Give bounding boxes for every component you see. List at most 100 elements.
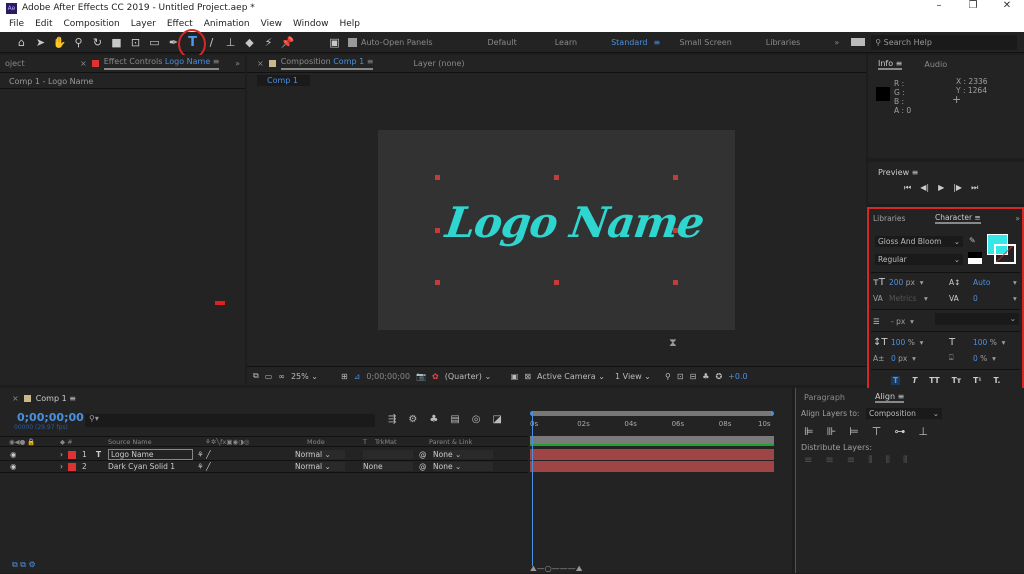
expand-icon[interactable]: › xyxy=(60,462,68,471)
rectangle-tool-icon[interactable]: ▭ xyxy=(145,36,164,49)
black-white-swatch[interactable] xyxy=(968,252,982,264)
font-size-value[interactable]: 200 xyxy=(889,278,903,287)
parent-dropdown[interactable]: None ⌄ xyxy=(433,450,493,459)
faux-bold-button[interactable]: T xyxy=(891,375,901,385)
3d-draft-icon[interactable]: ⊡ xyxy=(677,372,684,381)
restore-button[interactable]: ❐ xyxy=(956,0,990,11)
kerning-value[interactable]: Metrics xyxy=(889,294,924,303)
layer-search-input[interactable]: ⚲▾ xyxy=(85,414,375,427)
eraser-tool-icon[interactable]: ◆ xyxy=(240,36,259,49)
auto-open-checkbox[interactable] xyxy=(348,37,357,47)
exposure-icon[interactable]: ✪ xyxy=(715,372,722,381)
tab-character[interactable]: Character ≡ xyxy=(935,213,981,224)
motion-blur-icon[interactable]: ⊟ xyxy=(690,372,697,381)
motion-blur-icon[interactable]: ◎ xyxy=(472,414,481,425)
current-time-indicator[interactable] xyxy=(532,416,533,566)
pickwhip-icon[interactable]: @ xyxy=(419,462,433,471)
comp-breadcrumb[interactable]: Comp 1 xyxy=(257,75,310,86)
roto-brush-tool-icon[interactable]: ⚡ xyxy=(259,36,278,49)
last-frame-button[interactable]: ⏭ xyxy=(971,183,978,193)
frame-blending-icon[interactable]: ▤ xyxy=(450,414,459,425)
label-color[interactable] xyxy=(68,450,76,459)
vertical-scale-value[interactable]: 100 xyxy=(891,338,905,347)
layer-switches[interactable]: ⚘ ╱ xyxy=(193,450,295,459)
mask-icon[interactable]: ∞ xyxy=(278,372,285,381)
menu-window[interactable]: Window xyxy=(293,19,329,29)
layer-row[interactable]: ◉ › 1 T Logo Name ⚘ ╱ Normal ⌄ @ None ⌄ xyxy=(0,449,528,461)
trkmat-dropdown[interactable] xyxy=(363,450,413,459)
rotate-tool-icon[interactable]: ↻ xyxy=(88,36,107,49)
close-button[interactable]: ✕ xyxy=(990,0,1024,11)
align-bottom-icon[interactable]: ⊥ xyxy=(918,425,928,438)
tab-audio[interactable]: Audio xyxy=(924,60,947,69)
layer-switches[interactable]: ⚘ ╱ xyxy=(193,462,295,471)
exposure-value[interactable]: +0.0 xyxy=(728,372,747,381)
flowchart-icon[interactable]: ⚲ xyxy=(665,372,671,381)
tab-info[interactable]: Info ≡ xyxy=(878,59,903,70)
puppet-pin-tool-icon[interactable]: 📌 xyxy=(278,36,297,49)
menu-help[interactable]: Help xyxy=(339,19,360,29)
menu-view[interactable]: View xyxy=(261,19,282,29)
tab-effect-controls[interactable]: Effect Controls Logo Name ≡ xyxy=(103,57,220,70)
prev-frame-button[interactable]: ◀| xyxy=(920,183,929,193)
play-button[interactable]: ▶ xyxy=(938,183,944,193)
superscript-button[interactable]: T¹ xyxy=(973,376,981,385)
expand-icon[interactable]: › xyxy=(60,450,68,459)
zoom-dropdown[interactable]: 25% ⌄ xyxy=(291,372,335,381)
layer-row[interactable]: ◉ › 2 Dark Cyan Solid 1 ⚘ ╱ Normal ⌄ Non… xyxy=(0,461,528,473)
grid-icon[interactable]: ⊞ xyxy=(341,372,348,381)
stroke-style-dropdown[interactable]: ⌄ xyxy=(935,313,1019,325)
eyedropper-icon[interactable]: ✎ xyxy=(969,236,976,245)
pickwhip-icon[interactable]: @ xyxy=(419,450,433,459)
faux-italic-button[interactable]: T xyxy=(912,376,917,385)
tab-paragraph[interactable]: Paragraph xyxy=(804,393,845,402)
transparency-icon[interactable]: ⊠ xyxy=(524,372,531,381)
trkmat-dropdown[interactable]: None xyxy=(363,462,413,471)
tab-composition[interactable]: Composition Comp 1 ≡ xyxy=(280,57,374,70)
baseline-shift-value[interactable]: 0 xyxy=(891,354,896,363)
workspace-libraries[interactable]: Libraries xyxy=(766,38,801,47)
search-help-input[interactable]: ⚲ Search Help xyxy=(871,34,1018,50)
align-left-icon[interactable]: ⊫ xyxy=(804,425,814,438)
timecode[interactable]: 0;00;00;00 xyxy=(366,372,410,381)
parent-dropdown[interactable]: None ⌄ xyxy=(433,462,493,471)
layer-bar-2[interactable] xyxy=(530,461,774,472)
workspace-default[interactable]: Default xyxy=(488,38,517,47)
tracking-value[interactable]: 0 xyxy=(973,294,1013,303)
selection-tool-icon[interactable]: ➤ xyxy=(31,36,50,49)
tab-libraries[interactable]: Libraries xyxy=(873,214,935,223)
view-layout-dropdown[interactable]: 1 View ⌄ xyxy=(615,372,659,381)
tab-align[interactable]: Align ≡ xyxy=(874,392,905,403)
font-family-dropdown[interactable]: Gloss And Bloom ⌄ xyxy=(875,236,963,247)
align-top-icon[interactable]: ⊤ xyxy=(872,425,882,438)
tab-project[interactable]: oject xyxy=(0,59,80,68)
zoom-tool-icon[interactable]: ⚲ xyxy=(69,36,88,49)
graph-editor-icon[interactable]: ◪ xyxy=(493,414,502,425)
next-frame-button[interactable]: |▶ xyxy=(953,183,962,193)
subscript-button[interactable]: T. xyxy=(994,376,1001,385)
tab-preview[interactable]: Preview ≡ xyxy=(868,162,1024,183)
stroke-width-value[interactable]: - xyxy=(891,317,894,326)
camera-tool-icon[interactable]: ■ xyxy=(107,36,126,49)
fast-preview-icon[interactable]: ▣ xyxy=(511,372,519,381)
blend-mode-dropdown[interactable]: Normal ⌄ xyxy=(295,462,345,471)
channel-icon[interactable]: ✿ xyxy=(432,372,439,381)
current-time[interactable]: 0;00;00;00 xyxy=(17,411,84,424)
monitor-icon[interactable]: ▭ xyxy=(265,372,273,381)
horizontal-scale-value[interactable]: 100 xyxy=(973,338,987,347)
comp-canvas[interactable]: Logo Name xyxy=(378,130,735,330)
workspace-standard[interactable]: Standard xyxy=(611,38,647,47)
time-ruler[interactable]: 0s 02s 04s 06s 08s 10s xyxy=(530,418,774,432)
workspace-toggle-icon[interactable] xyxy=(851,38,866,46)
menu-effect[interactable]: Effect xyxy=(167,19,193,29)
menu-composition[interactable]: Composition xyxy=(64,19,120,29)
col-source-name[interactable]: Source Name xyxy=(108,438,205,446)
align-right-icon[interactable]: ⊨ xyxy=(849,425,859,438)
tab-layer[interactable]: Layer (none) xyxy=(413,59,464,68)
region-icon[interactable]: ⊿ xyxy=(354,372,361,381)
visibility-icon[interactable]: ◉ xyxy=(0,462,60,471)
menu-file[interactable]: File xyxy=(9,19,24,29)
home-icon[interactable]: ⌂ xyxy=(12,36,31,49)
tab-comp1-timeline[interactable]: Comp 1 ≡ xyxy=(36,394,76,403)
menu-animation[interactable]: Animation xyxy=(204,19,250,29)
